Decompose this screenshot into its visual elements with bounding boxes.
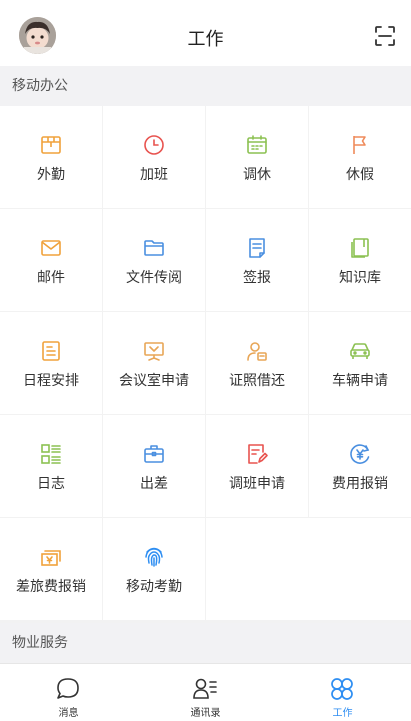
folder-icon xyxy=(144,240,164,256)
tile-label: 调班申请 xyxy=(229,476,285,492)
car-icon xyxy=(350,343,370,359)
tile-label: 休假 xyxy=(346,167,374,183)
page-title: 工作 xyxy=(187,29,224,50)
tile-vehicle-request[interactable]: 车辆申请 xyxy=(309,312,411,414)
tile-business-trip[interactable]: 出差 xyxy=(103,415,205,517)
tile-label: 车辆申请 xyxy=(332,373,388,389)
briefcase-icon xyxy=(144,445,164,463)
field-work-icon xyxy=(41,136,61,154)
chat-bubble-icon xyxy=(57,678,79,699)
tile-file-circulation[interactable]: 文件传阅 xyxy=(103,209,205,311)
edit-form-icon xyxy=(248,444,268,464)
scan-icon xyxy=(375,26,395,46)
clock-icon xyxy=(144,135,164,155)
function-grid: 外勤 加班 调休 休假 邮件 文件传阅 签报 知识库 日程安排 会议室申请 证照… xyxy=(0,106,411,623)
tile-sign-report[interactable]: 签报 xyxy=(206,209,308,311)
tab-label: 工作 xyxy=(332,708,353,719)
tile-mail[interactable]: 邮件 xyxy=(0,209,102,311)
section-header-mobile-office: 移动办公 xyxy=(0,66,411,106)
scan-button[interactable] xyxy=(374,25,396,47)
tile-label: 调休 xyxy=(243,167,271,183)
log-grid-icon xyxy=(41,444,61,464)
tile-travel-expense[interactable]: 差旅费报销 xyxy=(0,518,102,620)
section-header-property-service: 物业服务 xyxy=(0,623,411,663)
tile-label: 差旅费报销 xyxy=(16,579,86,595)
cash-icon xyxy=(41,550,61,566)
flag-icon xyxy=(353,136,366,154)
tile-label: 日志 xyxy=(37,476,65,492)
tile-meeting-room[interactable]: 会议室申请 xyxy=(103,312,205,414)
document-icon xyxy=(249,238,265,258)
tab-work[interactable]: 工作 xyxy=(274,664,411,721)
tile-vacation[interactable]: 休假 xyxy=(309,106,411,208)
tile-knowledge-base[interactable]: 知识库 xyxy=(309,209,411,311)
bottom-tab-bar: 消息 通讯录 工作 xyxy=(0,663,411,720)
calendar-icon xyxy=(247,135,267,154)
contacts-icon xyxy=(193,678,217,699)
tile-schedule[interactable]: 日程安排 xyxy=(0,312,102,414)
tile-label: 移动考勤 xyxy=(126,579,182,595)
tab-contacts[interactable]: 通讯录 xyxy=(137,664,274,721)
tile-label: 证照借还 xyxy=(229,373,285,389)
tile-shift-change-request[interactable]: 调班申请 xyxy=(206,415,308,517)
tile-label: 会议室申请 xyxy=(119,373,189,389)
tile-label: 外勤 xyxy=(37,167,65,183)
tile-overtime[interactable]: 加班 xyxy=(103,106,205,208)
schedule-icon xyxy=(42,341,60,361)
tile-expense-claim[interactable]: 费用报销 xyxy=(309,415,411,517)
tab-label: 通讯录 xyxy=(190,708,221,719)
book-icon xyxy=(351,238,369,258)
tab-messages[interactable]: 消息 xyxy=(0,664,137,721)
tile-license-borrow[interactable]: 证照借还 xyxy=(206,312,308,414)
apps-icon xyxy=(331,678,353,700)
tile-label: 出差 xyxy=(140,476,168,492)
tile-label: 费用报销 xyxy=(332,476,388,492)
tile-label: 加班 xyxy=(140,167,168,183)
tab-label: 消息 xyxy=(58,708,79,719)
tile-log[interactable]: 日志 xyxy=(0,415,102,517)
tile-field-work[interactable]: 外勤 xyxy=(0,106,102,208)
tile-label: 知识库 xyxy=(339,270,381,286)
presentation-icon xyxy=(144,342,164,361)
tile-label: 邮件 xyxy=(37,270,65,286)
tile-label: 签报 xyxy=(243,270,271,286)
id-card-icon xyxy=(247,342,267,361)
empty-tile xyxy=(206,518,411,620)
tile-label: 日程安排 xyxy=(23,373,79,389)
yuan-coin-icon xyxy=(350,444,370,464)
fingerprint-icon xyxy=(145,547,163,567)
mail-icon xyxy=(41,240,61,256)
top-bar: 工作 xyxy=(0,0,411,66)
tile-shift-leave[interactable]: 调休 xyxy=(206,106,308,208)
tile-label: 文件传阅 xyxy=(126,270,182,286)
tile-mobile-attendance[interactable]: 移动考勤 xyxy=(103,518,205,620)
